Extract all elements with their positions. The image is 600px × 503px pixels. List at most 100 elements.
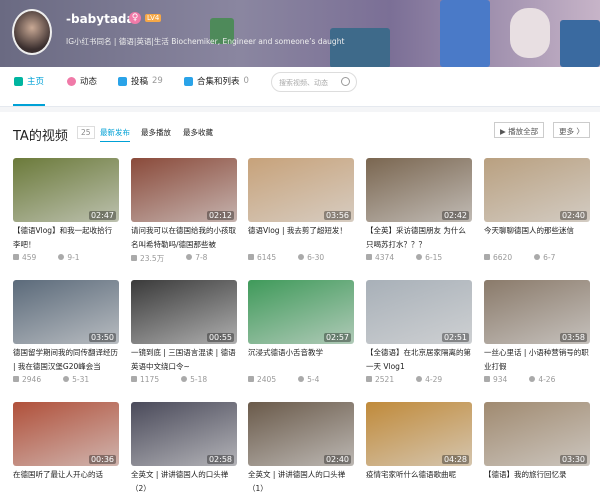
video-icon bbox=[118, 76, 127, 86]
banner-gift-decoration bbox=[560, 20, 600, 67]
play-icon bbox=[248, 254, 254, 260]
video-title[interactable]: 请问我可以在德国给我的小孩取名叫希特勒吗/德国那些被 bbox=[131, 224, 237, 252]
video-title[interactable]: 今天聊聊德国人的那些迷信 bbox=[484, 224, 590, 252]
banner-character-decoration bbox=[440, 0, 490, 67]
video-title[interactable]: 一丝心里话 | 小语种营销号的职业打假 bbox=[484, 346, 590, 374]
publish-date-value: 5-18 bbox=[190, 375, 208, 384]
video-duration: 04:28 bbox=[441, 455, 469, 464]
video-thumbnail[interactable]: 03:58 bbox=[484, 280, 590, 344]
play-count: 2521 bbox=[366, 375, 394, 384]
play-count: 934 bbox=[484, 375, 507, 384]
video-thumbnail[interactable]: 03:50 bbox=[13, 280, 119, 344]
play-count-value: 6145 bbox=[257, 253, 277, 262]
video-title[interactable]: 沉浸式德语小舌音教学 bbox=[248, 346, 354, 374]
clock-icon bbox=[416, 254, 423, 260]
video-duration: 02:40 bbox=[323, 455, 351, 464]
video-thumbnail[interactable]: 00:36 bbox=[13, 402, 119, 466]
video-thumbnail[interactable]: 04:28 bbox=[366, 402, 472, 466]
video-thumbnail[interactable]: 02:57 bbox=[248, 280, 354, 344]
video-count: 25 bbox=[77, 126, 95, 139]
publish-date: 5-31 bbox=[63, 375, 89, 384]
publish-date-value: 6-7 bbox=[543, 253, 556, 262]
video-card[interactable]: 03:30 【德语】我的旅行回忆录 bbox=[484, 402, 590, 496]
video-thumbnail[interactable]: 02:51 bbox=[366, 280, 472, 344]
video-card[interactable]: 02:51 【全德语】在北京居家隔离的第一天 Vlog1 2521 4-29 bbox=[366, 280, 472, 384]
play-icon bbox=[13, 254, 19, 260]
video-thumbnail[interactable]: 02:40 bbox=[248, 402, 354, 466]
video-thumbnail[interactable]: 02:42 bbox=[366, 158, 472, 222]
video-title[interactable]: 全英文 | 讲讲德国人的口头禅（1） bbox=[248, 468, 354, 496]
tab-label: 合集和列表 bbox=[197, 77, 240, 87]
tab-dynamic[interactable]: 动态 bbox=[67, 75, 97, 87]
video-card[interactable]: 04:28 疫情宅家听什么德语歌曲呢 bbox=[366, 402, 472, 496]
video-card[interactable]: 00:36 在德国听了最让人开心的话 bbox=[13, 402, 119, 496]
video-title[interactable]: 【全德语】在北京居家隔离的第一天 Vlog1 bbox=[366, 346, 472, 374]
tab-label: 动态 bbox=[80, 77, 98, 87]
video-title[interactable]: 全英文 | 讲讲德国人的口头禅（2） bbox=[131, 468, 237, 496]
play-count-value: 23.5万 bbox=[140, 254, 165, 263]
search-input[interactable]: 搜索视频、动态 bbox=[271, 72, 357, 92]
video-card[interactable]: 02:40 今天聊聊德国人的那些迷信 6620 6-7 bbox=[484, 158, 590, 262]
video-card[interactable]: 02:12 请问我可以在德国给我的小孩取名叫希特勒吗/德国那些被 23.5万 7-… bbox=[131, 158, 237, 264]
play-count: 6145 bbox=[248, 253, 276, 262]
video-card[interactable]: 02:58 全英文 | 讲讲德国人的口头禅（2） bbox=[131, 402, 237, 496]
video-title[interactable]: 一镜到底 | 三国语言混读 | 德语英语中文绕口令~ bbox=[131, 346, 237, 374]
play-count-value: 2521 bbox=[375, 375, 395, 384]
home-icon bbox=[14, 76, 23, 86]
video-title[interactable]: 【德语】我的旅行回忆录 bbox=[484, 468, 590, 496]
clock-icon bbox=[298, 376, 305, 382]
avatar[interactable] bbox=[12, 9, 52, 55]
video-title[interactable]: 德国留学期间我的同传翻译经历 | 我在德国汉堡G20峰会当 bbox=[13, 346, 119, 374]
video-card[interactable]: 00:55 一镜到底 | 三国语言混读 | 德语英语中文绕口令~ 1175 5-1… bbox=[131, 280, 237, 384]
publish-date-value: 5-31 bbox=[72, 375, 90, 384]
video-card[interactable]: 02:42 【全英】采访德国朋友 为什么只喝苏打水？？？ 4374 6-15 bbox=[366, 158, 472, 262]
video-title[interactable]: 【德语Vlog】和我一起收拾行李吧！ bbox=[13, 224, 119, 252]
video-title[interactable]: 疫情宅家听什么德语歌曲呢 bbox=[366, 468, 472, 496]
clock-icon bbox=[298, 254, 305, 260]
play-count-value: 1175 bbox=[140, 375, 160, 384]
tab-count: 29 bbox=[152, 76, 163, 86]
video-thumbnail[interactable]: 02:12 bbox=[131, 158, 237, 222]
tab-home[interactable]: 主页 bbox=[14, 75, 44, 87]
video-card[interactable]: 02:57 沉浸式德语小舌音教学 2405 5-4 bbox=[248, 280, 354, 384]
video-card[interactable]: 03:58 一丝心里话 | 小语种营销号的职业打假 934 4-26 bbox=[484, 280, 590, 384]
search-icon[interactable] bbox=[341, 77, 350, 86]
video-thumbnail[interactable]: 02:40 bbox=[484, 158, 590, 222]
tab-uploads[interactable]: 投稿 29 bbox=[118, 75, 163, 87]
video-card[interactable]: 03:50 德国留学期间我的同传翻译经历 | 我在德国汉堡G20峰会当 2946… bbox=[13, 280, 119, 384]
video-thumbnail[interactable]: 02:47 bbox=[13, 158, 119, 222]
profile-banner: -babytada ♀ LV4 IG小红书同名 | 德语|英语|生活 Bioch… bbox=[0, 0, 600, 67]
videos-section: TA的视频 25 最新发布 最多播放 最多收藏 ▶ 播放全部 更多 〉 02:4… bbox=[0, 112, 600, 503]
tab-label: 投稿 bbox=[131, 77, 149, 87]
publish-date-value: 6-15 bbox=[425, 253, 443, 262]
sort-most-played[interactable]: 最多播放 bbox=[141, 127, 171, 138]
video-thumbnail[interactable]: 00:55 bbox=[131, 280, 237, 344]
sort-latest[interactable]: 最新发布 bbox=[100, 127, 130, 142]
video-title[interactable]: 在德国听了最让人开心的话 bbox=[13, 468, 119, 496]
play-all-button[interactable]: ▶ 播放全部 bbox=[494, 122, 545, 138]
video-thumbnail[interactable]: 03:56 bbox=[248, 158, 354, 222]
play-icon bbox=[248, 376, 254, 382]
video-card[interactable]: 02:47 【德语Vlog】和我一起收拾行李吧！ 459 9-1 bbox=[13, 158, 119, 262]
video-duration: 02:57 bbox=[323, 333, 351, 342]
video-thumbnail[interactable]: 03:30 bbox=[484, 402, 590, 466]
sort-most-favorited[interactable]: 最多收藏 bbox=[183, 127, 213, 138]
gender-female-icon: ♀ bbox=[129, 12, 141, 24]
video-title[interactable]: 【全英】采访德国朋友 为什么只喝苏打水？？？ bbox=[366, 224, 472, 252]
clock-icon bbox=[416, 376, 423, 382]
level-badge: LV4 bbox=[145, 14, 162, 22]
clock-icon bbox=[63, 376, 70, 382]
tab-collections[interactable]: 合集和列表 0 bbox=[184, 75, 249, 87]
more-button[interactable]: 更多 〉 bbox=[553, 122, 590, 138]
play-count-value: 6620 bbox=[493, 253, 513, 262]
video-title[interactable]: 德语Vlog | 我去剪了超短发！ bbox=[248, 224, 354, 252]
video-card[interactable]: 03:56 德语Vlog | 我去剪了超短发！ 6145 6-30 bbox=[248, 158, 354, 262]
tab-count: 0 bbox=[243, 76, 249, 86]
publish-date-value: 5-4 bbox=[307, 375, 320, 384]
play-all-label: 播放全部 bbox=[508, 127, 539, 136]
video-card[interactable]: 02:40 全英文 | 讲讲德国人的口头禅（1） bbox=[248, 402, 354, 496]
video-thumbnail[interactable]: 02:58 bbox=[131, 402, 237, 466]
username[interactable]: -babytada bbox=[66, 12, 135, 26]
banner-gift-decoration bbox=[330, 28, 390, 67]
play-icon bbox=[484, 376, 490, 382]
